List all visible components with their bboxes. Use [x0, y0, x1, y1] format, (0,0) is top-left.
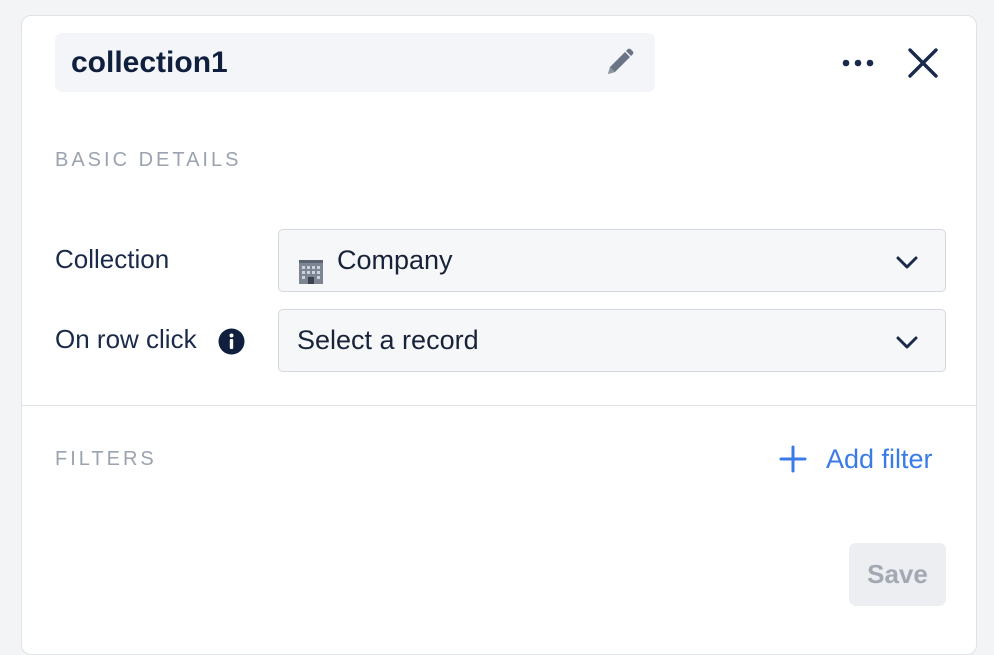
plus-icon: [778, 444, 808, 474]
more-horizontal-icon[interactable]: [837, 46, 879, 80]
filters-heading: FILTERS: [55, 448, 157, 470]
save-button[interactable]: Save: [849, 543, 946, 606]
collection-select-value-wrap: Company: [297, 230, 453, 291]
row-click-label: On row click: [55, 324, 197, 354]
info-icon[interactable]: [218, 328, 245, 355]
chevron-down-icon[interactable]: [893, 248, 921, 276]
collection-title[interactable]: collection1: [71, 33, 228, 92]
collection-select-value: Company: [337, 245, 453, 275]
chevron-down-icon[interactable]: [893, 328, 921, 356]
add-filter-label: Add filter: [826, 444, 933, 474]
pencil-icon[interactable]: [601, 45, 637, 81]
collection-settings-panel: collection1 BASIC DETAILS Collection Com…: [21, 15, 977, 655]
building-icon: [297, 246, 325, 284]
collection-select[interactable]: Company: [278, 229, 946, 292]
row-click-select[interactable]: Select a record: [278, 309, 946, 372]
row-click-select-value: Select a record: [297, 325, 479, 355]
close-icon[interactable]: [902, 42, 944, 84]
title-field[interactable]: collection1: [55, 33, 655, 92]
section-divider: [22, 405, 976, 406]
basic-details-heading: BASIC DETAILS: [55, 149, 242, 171]
collection-label: Collection: [55, 244, 170, 274]
